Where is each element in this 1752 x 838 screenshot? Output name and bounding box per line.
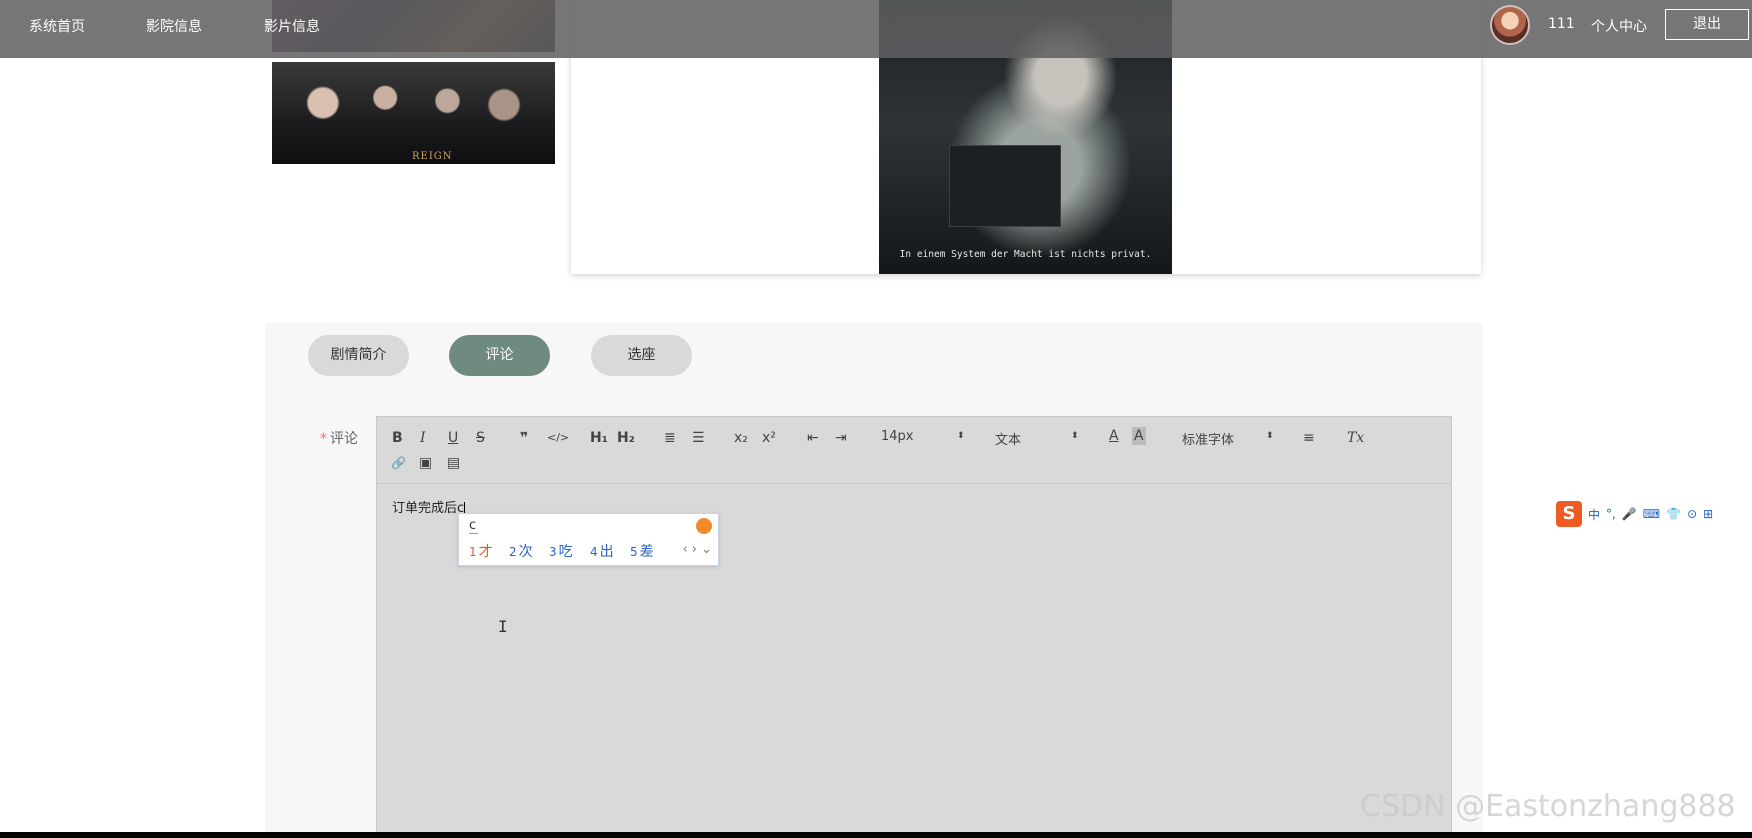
ordered-list-button[interactable]: ≣: [664, 429, 676, 447]
comment-text: 订单完成后c: [392, 501, 465, 516]
text-type-select[interactable]: 文本 ⬍: [995, 429, 1080, 448]
text-cursor-icon: I: [498, 617, 508, 636]
sogou-logo-icon[interactable]: S: [1556, 501, 1582, 527]
poster-title-text: REIGN: [412, 151, 453, 162]
keyboard-icon[interactable]: ⌨: [1643, 507, 1660, 521]
tab-synopsis[interactable]: 剧情简介: [308, 335, 409, 376]
font-color-button[interactable]: A: [1109, 427, 1119, 445]
screen-bottom-edge: [0, 832, 1752, 838]
chevron-updown-icon: ⬍: [1266, 431, 1274, 441]
tab-comments[interactable]: 评论: [449, 335, 550, 376]
ime-punctuation-icon[interactable]: °,: [1606, 507, 1616, 521]
bold-button[interactable]: B: [392, 429, 403, 447]
tab-seat-selection[interactable]: 选座: [591, 335, 692, 376]
ime-mode-icon[interactable]: 中: [1588, 506, 1600, 523]
assistant-icon[interactable]: ⊙: [1687, 507, 1697, 521]
top-navbar: 系统首页 影院信息 影片信息 111 个人中心 退出: [0, 0, 1752, 58]
clear-format-button[interactable]: Tx: [1347, 429, 1364, 447]
comment-editor[interactable]: B I U S ❞ </> H₁ H₂ ≣ ☰ x₂ x² ⇤ ⇥ 14px ⬍…: [376, 416, 1452, 838]
editor-content[interactable]: 订单完成后c: [392, 497, 466, 516]
subscript-button[interactable]: x₂: [734, 429, 748, 447]
editor-toolbar: B I U S ❞ </> H₁ H₂ ≣ ☰ x₂ x² ⇤ ⇥ 14px ⬍…: [377, 417, 1451, 484]
watermark: CSDN @Eastonzhang888: [1360, 789, 1736, 824]
movie-poster-thumb[interactable]: REIGN: [272, 62, 555, 164]
heading1-button[interactable]: H₁: [590, 429, 608, 447]
skin-icon[interactable]: 👕: [1666, 507, 1681, 521]
outdent-button[interactable]: ⇤: [807, 429, 819, 447]
underline-button[interactable]: U: [448, 429, 458, 447]
microphone-icon[interactable]: 🎤: [1622, 507, 1637, 521]
superscript-button[interactable]: x²: [762, 429, 776, 447]
strikethrough-button[interactable]: S: [476, 429, 485, 447]
heading2-button[interactable]: H₂: [617, 429, 635, 447]
font-family-select[interactable]: 标准字体 ⬍: [1182, 429, 1274, 448]
nav-movie-info[interactable]: 影片信息: [264, 16, 320, 36]
italic-button[interactable]: I: [420, 429, 426, 447]
apps-grid-icon[interactable]: ⊞: [1703, 507, 1713, 521]
poster-graphic: [949, 145, 1061, 227]
logout-button[interactable]: 退出: [1665, 9, 1749, 40]
nav-home[interactable]: 系统首页: [29, 16, 85, 36]
bullet-list-button[interactable]: ☰: [692, 429, 705, 447]
indent-button[interactable]: ⇥: [835, 429, 847, 447]
code-block-button[interactable]: </>: [547, 429, 569, 447]
username: 111: [1548, 16, 1575, 32]
comment-field-label: * 评论: [320, 428, 358, 448]
link-button[interactable]: 🔗: [391, 454, 406, 472]
personal-center-link[interactable]: 个人中心: [1591, 16, 1647, 36]
image-button[interactable]: ▣: [419, 454, 432, 472]
ime-candidate[interactable]: 5差: [630, 541, 654, 561]
required-mark: *: [320, 431, 327, 447]
nav-cinema-info[interactable]: 影院信息: [146, 16, 202, 36]
ime-page-nav-icon[interactable]: ‹ › ⌄: [682, 542, 712, 557]
ime-input-text: c: [469, 518, 479, 534]
font-size-value: 14px: [881, 429, 914, 444]
ime-skin-icon[interactable]: [696, 518, 712, 534]
comment-label-text: 评论: [330, 431, 358, 447]
ime-candidate[interactable]: 1才: [469, 541, 493, 561]
blockquote-button[interactable]: ❞: [520, 429, 528, 447]
text-type-value: 文本: [995, 433, 1022, 448]
ime-candidate-window: c 1才 2次 3吃 4出 5差 ‹ › ⌄: [458, 513, 719, 566]
chevron-updown-icon: ⬍: [1071, 431, 1079, 441]
ime-status-bar: S 中 °, 🎤 ⌨ 👕 ⊙ ⊞: [1556, 500, 1713, 528]
video-button[interactable]: ▤: [447, 454, 460, 472]
font-size-select[interactable]: 14px ⬍: [881, 429, 966, 444]
align-button[interactable]: ≡: [1303, 429, 1315, 447]
ime-candidate[interactable]: 4出: [590, 541, 614, 561]
background-color-button[interactable]: A: [1132, 427, 1146, 445]
ime-candidate[interactable]: 3吃: [549, 541, 573, 561]
font-family-value: 标准字体: [1182, 433, 1235, 448]
ime-candidate[interactable]: 2次: [509, 541, 533, 561]
poster-caption: In einem System der Macht ist nichts pri…: [899, 249, 1152, 260]
avatar[interactable]: [1490, 5, 1530, 45]
chevron-updown-icon: ⬍: [957, 431, 965, 441]
